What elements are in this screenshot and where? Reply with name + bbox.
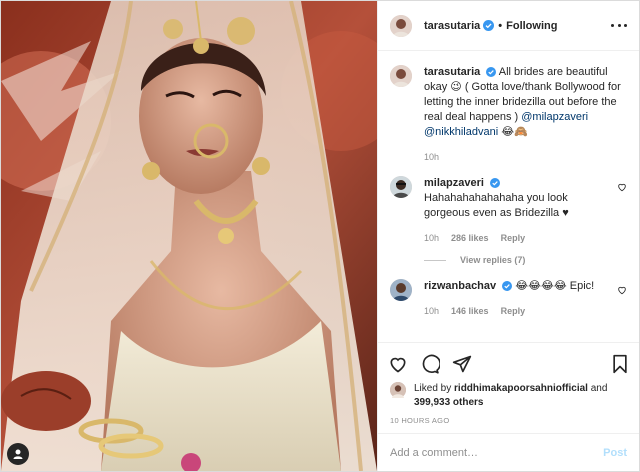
caption: tarasutaria All brides are beautiful oka… [390,65,627,162]
header-username[interactable]: tarasutaria [424,20,480,32]
more-options-icon[interactable] [611,24,627,27]
verified-badge-icon [486,67,497,77]
person-tag-icon [13,449,23,459]
avatar-image [390,279,412,301]
comment-username[interactable]: milapzaveri [424,177,484,189]
heart-icon [390,357,406,372]
verified-badge-icon [483,20,495,31]
verified-badge-icon [489,178,500,188]
reply-button[interactable]: Reply [501,233,526,243]
comment-likes[interactable]: 286 likes [451,233,489,243]
liked-by-and: and [590,383,608,394]
caption-time[interactable]: 10h [424,152,439,162]
view-replies-label: View replies (7) [460,255,526,265]
bride-photo-illustration [1,1,377,471]
post-header: tarasutaria • Following [378,1,639,51]
tagged-people-button[interactable] [7,443,29,465]
comment-heart-icon[interactable] [617,285,627,295]
add-comment-bar: Post [378,433,639,471]
paper-plane-icon [452,355,472,372]
comment-text: Hahahahahahahaha you look gorgeous even … [424,192,569,219]
comment-item: milapzaveri Hahahahahahahaha you look go… [390,176,627,243]
avatar[interactable] [390,382,406,398]
following-button[interactable]: Following [506,20,557,32]
comment-heart-icon[interactable] [617,182,627,192]
likes-count[interactable]: 399,933 others [414,397,484,408]
avatar[interactable] [390,14,412,37]
post-actions [378,342,639,384]
share-button[interactable] [452,354,472,374]
comment-time[interactable]: 10h [424,233,439,243]
header-separator: • [498,19,503,32]
save-button[interactable] [611,354,629,374]
comment-input[interactable] [390,446,604,459]
avatar-image [390,65,412,87]
comment-likes[interactable]: 146 likes [451,306,489,316]
avatar[interactable] [390,176,412,198]
post-comment-button[interactable]: Post [603,447,627,459]
comment-time[interactable]: 10h [424,306,439,316]
instagram-post: tarasutaria • Following tarasutaria All … [0,0,640,472]
avatar[interactable] [390,65,412,87]
avatar[interactable] [390,279,412,301]
replies-divider [424,259,446,261]
comments-list: tarasutaria All brides are beautiful oka… [378,51,639,342]
comment-text: 😂😂😂😂 Epic! [515,280,595,292]
verified-badge-icon [502,281,513,291]
comment-item: rizwanbachav 😂😂😂😂 Epic! 10h 146 likes Re… [390,279,627,316]
post-timestamp[interactable]: 10 HOURS AGO [378,410,639,425]
comment-bubble-icon [422,354,440,374]
like-button[interactable] [388,354,408,374]
avatar-image [390,176,412,198]
view-replies-button[interactable]: View replies (7) [424,255,627,265]
likes-summary: Liked by riddhimakapoorsahniofficial and… [378,382,639,410]
caption-emoji: 😂🙈 [501,126,528,138]
liked-by-prefix: Liked by [414,383,452,394]
bookmark-icon [613,354,627,373]
avatar-image [390,14,412,37]
comment-username[interactable]: rizwanbachav [424,280,496,292]
caption-username[interactable]: tarasutaria [424,66,480,78]
post-photo[interactable] [1,1,377,471]
post-details-panel: tarasutaria • Following tarasutaria All … [377,1,639,471]
comment-button[interactable] [420,354,440,374]
reply-button[interactable]: Reply [501,306,526,316]
avatar-image [390,382,406,398]
liked-by-user[interactable]: riddhimakapoorsahniofficial [454,383,588,394]
